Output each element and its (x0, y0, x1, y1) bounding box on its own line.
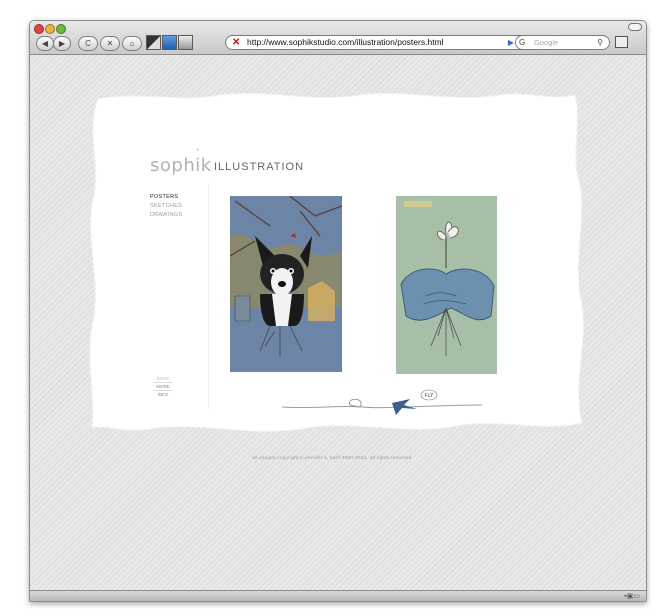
go-icon[interactable]: ▶ (508, 36, 514, 49)
bottom-nav: BLOG MORE INFO (154, 375, 172, 398)
address-bar[interactable]: ✕ http://www.sophikstudio.com/illustrati… (225, 35, 529, 50)
reload-button[interactable]: C (78, 36, 98, 51)
nav-item-posters[interactable]: POSTERS (150, 193, 182, 202)
rss-icon[interactable] (162, 35, 177, 50)
stop-button[interactable]: ✕ (100, 36, 120, 51)
back-icon: ◀ (41, 39, 49, 48)
divider (208, 183, 209, 409)
site-logo[interactable]: sophik ˊ (150, 149, 212, 176)
close-window-button[interactable] (34, 24, 44, 34)
fly-label: FLY (425, 393, 434, 399)
home-icon: ⌂ (129, 39, 135, 48)
info-link[interactable]: INFO (154, 390, 172, 398)
more-link[interactable]: MORE (154, 382, 172, 390)
tabs-icon[interactable] (615, 36, 628, 48)
status-icons: ▪▣▭ (624, 593, 640, 600)
page-content: sophik ˊ ILLUSTRATION POSTERS SKETCHES D… (30, 55, 646, 590)
copyright-text: all images copyright © jennifer a. korff… (252, 456, 413, 461)
search-field[interactable]: G Google ⚲ (515, 35, 610, 50)
forward-button[interactable]: ▶ (53, 36, 71, 51)
browser-toolbar: ◀ ▶ C ✕ ⌂ ✕ http://www.sophikstudio.com/… (30, 21, 646, 55)
insecure-icon: ✕ (232, 37, 241, 48)
site-logo-text: sophik (150, 155, 212, 176)
stop-icon: ✕ (106, 39, 114, 48)
archive-icon[interactable] (178, 35, 193, 50)
search-engine-icon[interactable]: G (519, 36, 525, 49)
search-placeholder: Google (534, 38, 559, 47)
logo-accent-icon: ˊ (195, 149, 200, 159)
poster-boston-terrier[interactable] (230, 196, 342, 372)
status-bar: ▪▣▭ (30, 590, 646, 601)
reload-icon: C (85, 39, 91, 48)
bookmark-icon[interactable] (146, 35, 161, 50)
search-icon: ⚲ (597, 38, 603, 47)
toolbar-toggle-button[interactable] (628, 23, 642, 31)
nav-item-sketches[interactable]: SKETCHES (150, 202, 182, 211)
minimize-window-button[interactable] (45, 24, 55, 34)
back-button[interactable]: ◀ (36, 36, 54, 51)
zoom-window-button[interactable] (56, 24, 66, 34)
address-url: http://www.sophikstudio.com/illustration… (247, 37, 444, 47)
blog-link[interactable]: BLOG (154, 375, 172, 382)
page-title: ILLUSTRATION (214, 161, 305, 173)
sidebar-nav: POSTERS SKETCHES DRAWINGS (150, 193, 182, 220)
forward-icon: ▶ (58, 39, 66, 48)
fly-navigation[interactable]: FLY (282, 387, 482, 415)
home-button[interactable]: ⌂ (122, 36, 142, 51)
nav-item-drawings[interactable]: DRAWINGS (150, 211, 182, 220)
poster-hands-seedling[interactable] (396, 196, 497, 374)
browser-window: ◀ ▶ C ✕ ⌂ ✕ http://www.sophikstudio.com/… (29, 20, 647, 602)
